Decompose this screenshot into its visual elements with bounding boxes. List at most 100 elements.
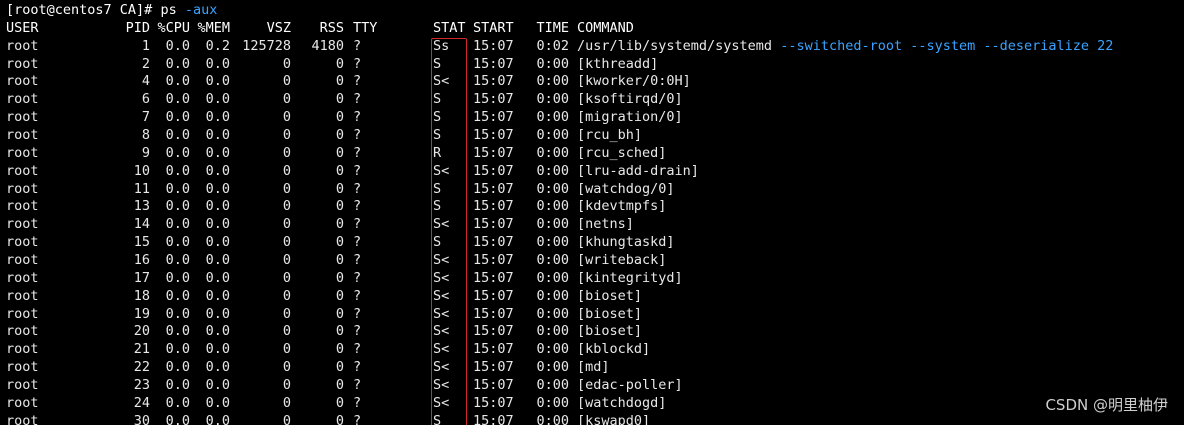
command-path: [kswapd0] bbox=[577, 412, 651, 425]
stat-column-highlight bbox=[431, 38, 467, 425]
cell-pid: 14 bbox=[133, 216, 150, 233]
command-path: [ksoftirqd/0] bbox=[577, 91, 683, 108]
terminal-window[interactable]: [root@centos7 CA]# ps -aux USER PID %CPU %M… bbox=[0, 0, 1184, 425]
cell-mem: 0.0 bbox=[205, 359, 230, 376]
cell-mem: 0.0 bbox=[205, 341, 230, 358]
cell-mem: 0.0 bbox=[205, 269, 230, 286]
header-pid: PID bbox=[125, 19, 150, 36]
cell-tty: ? bbox=[353, 73, 362, 90]
cell-tty: ? bbox=[353, 37, 362, 54]
cell-user: root bbox=[6, 73, 39, 90]
cell-time: 0:02 bbox=[536, 37, 569, 54]
cell-command: [netns] bbox=[569, 216, 634, 234]
header-time: TIME bbox=[536, 19, 569, 36]
cell-pid: 21 bbox=[133, 341, 150, 358]
cell-user: root bbox=[6, 216, 39, 233]
cell-start: 15:07 bbox=[473, 234, 514, 251]
table-row: root 20 0.0 0.0 0 0? S< 15:07 0:00 [bioset] bbox=[6, 323, 1113, 341]
cell-vsz: 0 bbox=[282, 109, 291, 126]
command-path: /usr/lib/systemd/systemd bbox=[577, 37, 781, 54]
command-path: [bioset] bbox=[577, 287, 643, 304]
cell-tty: ? bbox=[353, 198, 362, 215]
table-row: root 13 0.0 0.0 0 0? S 15:07 0:00 [kdevtmpfs] bbox=[6, 198, 1113, 216]
command-path: [khungtaskd] bbox=[577, 234, 675, 251]
cell-user: root bbox=[6, 323, 39, 340]
cell-pid: 22 bbox=[133, 359, 150, 376]
cell-command: [lru-add-drain] bbox=[569, 163, 699, 181]
cell-cpu: 0.0 bbox=[165, 269, 190, 286]
cell-rss: 0 bbox=[335, 269, 344, 286]
cell-vsz: 0 bbox=[282, 341, 291, 358]
table-row: root 21 0.0 0.0 0 0? S< 15:07 0:00 [kblockd] bbox=[6, 341, 1113, 359]
cell-user: root bbox=[6, 377, 39, 394]
cell-vsz: 0 bbox=[282, 287, 291, 304]
cell-pid: 30 bbox=[133, 412, 150, 425]
cell-cpu: 0.0 bbox=[165, 341, 190, 358]
cell-cpu: 0.0 bbox=[165, 305, 190, 322]
header-stat: STAT bbox=[433, 19, 466, 36]
cell-command: [khungtaskd] bbox=[569, 234, 675, 252]
cell-mem: 0.0 bbox=[205, 305, 230, 322]
header-command: COMMAND bbox=[577, 19, 634, 36]
cell-start: 15:07 bbox=[473, 162, 514, 179]
command-path: [lru-add-drain] bbox=[577, 162, 699, 179]
cell-rss: 0 bbox=[335, 180, 344, 197]
table-header: USER PID %CPU %MEM VSZ RSS TTY STAT START TIME COM… bbox=[6, 20, 1113, 38]
cell-tty: ? bbox=[353, 269, 362, 286]
cell-user: root bbox=[6, 37, 39, 54]
cell-start: 15:07 bbox=[473, 109, 514, 126]
cell-time: 0:00 bbox=[536, 216, 569, 233]
cell-time: 0:00 bbox=[536, 323, 569, 340]
cell-tty: ? bbox=[353, 359, 362, 376]
cell-mem: 0.0 bbox=[205, 91, 230, 108]
cell-user: root bbox=[6, 55, 39, 72]
cell-pid: 10 bbox=[133, 162, 150, 179]
cell-tty: ? bbox=[353, 287, 362, 304]
command-path: [kblockd] bbox=[577, 341, 651, 358]
cell-pid: 9 bbox=[141, 144, 150, 161]
cell-rss: 0 bbox=[335, 144, 344, 161]
cell-start: 15:07 bbox=[473, 91, 514, 108]
cell-tty: ? bbox=[353, 144, 362, 161]
cell-start: 15:07 bbox=[473, 37, 514, 54]
header-start: START bbox=[473, 19, 514, 36]
cell-pid: 6 bbox=[141, 91, 150, 108]
cell-vsz: 0 bbox=[282, 162, 291, 179]
cell-rss: 4180 bbox=[311, 37, 344, 54]
cell-time: 0:00 bbox=[536, 287, 569, 304]
cell-pid: 13 bbox=[133, 198, 150, 215]
cell-rss: 0 bbox=[335, 162, 344, 179]
cell-tty: ? bbox=[353, 55, 362, 72]
cell-rss: 0 bbox=[335, 234, 344, 251]
cell-start: 15:07 bbox=[473, 359, 514, 376]
cell-command: [rcu_sched] bbox=[569, 145, 666, 163]
cell-time: 0:00 bbox=[536, 359, 569, 376]
command-path: [rcu_sched] bbox=[577, 144, 667, 161]
table-row: root 10 0.0 0.0 0 0? S< 15:07 0:00 [lru-add-drain… bbox=[6, 163, 1113, 181]
cell-pid: 19 bbox=[133, 305, 150, 322]
cell-rss: 0 bbox=[335, 109, 344, 126]
cell-start: 15:07 bbox=[473, 412, 514, 425]
cell-user: root bbox=[6, 109, 39, 126]
command-path: [bioset] bbox=[577, 305, 643, 322]
command-arguments: -aux bbox=[176, 2, 218, 18]
cell-vsz: 0 bbox=[282, 234, 291, 251]
cell-tty: ? bbox=[353, 305, 362, 322]
cell-user: root bbox=[6, 359, 39, 376]
cell-pid: 11 bbox=[133, 180, 150, 197]
cell-pid: 24 bbox=[133, 394, 150, 411]
cell-command: [kthreadd] bbox=[569, 56, 658, 74]
cell-pid: 4 bbox=[141, 73, 150, 90]
cell-vsz: 0 bbox=[282, 359, 291, 376]
cell-pid: 7 bbox=[141, 109, 150, 126]
cell-time: 0:00 bbox=[536, 55, 569, 72]
cell-start: 15:07 bbox=[473, 216, 514, 233]
header-user: USER bbox=[6, 19, 39, 36]
cell-tty: ? bbox=[353, 234, 362, 251]
command-path: [kdevtmpfs] bbox=[577, 198, 667, 215]
cell-start: 15:07 bbox=[473, 73, 514, 90]
shell-prompt: [root@centos7 CA]# bbox=[6, 2, 161, 18]
command-path: [kthreadd] bbox=[577, 55, 659, 72]
cell-pid: 15 bbox=[133, 234, 150, 251]
cell-tty: ? bbox=[353, 323, 362, 340]
